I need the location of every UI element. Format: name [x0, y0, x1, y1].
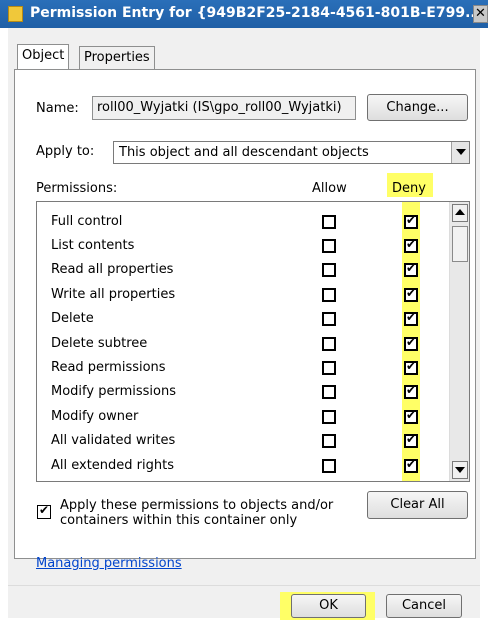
permissions-header: Permissions: — [36, 181, 118, 196]
scroll-up-icon[interactable] — [452, 204, 468, 222]
apply-checkbox[interactable] — [37, 503, 51, 519]
permission-row: Full control — [37, 210, 449, 234]
allow-checkbox[interactable] — [322, 434, 336, 448]
deny-checkbox[interactable] — [404, 359, 418, 375]
allow-checkbox[interactable] — [322, 215, 336, 229]
managing-permissions-link[interactable]: Managing permissions — [36, 556, 182, 571]
permission-label: Modify owner — [51, 409, 139, 424]
name-field: roll00_Wyjatki (IS\gpo_roll00_Wyjatki) — [92, 96, 356, 120]
close-button[interactable]: ✕ — [473, 5, 488, 23]
title-bar: Permission Entry for {949B2F25-2184-4561… — [0, 0, 488, 28]
permission-label: Write all properties — [51, 287, 176, 302]
permission-label: Read all properties — [51, 262, 174, 277]
clear-all-button[interactable]: Clear All — [367, 491, 468, 519]
close-icon: ✕ — [475, 6, 486, 21]
permission-label: Delete subtree — [51, 336, 148, 351]
deny-checkbox[interactable] — [404, 335, 418, 351]
permission-row: All validated writes — [37, 429, 449, 453]
permission-row: All extended rights — [37, 454, 449, 478]
apply-to-label: Apply to: — [36, 144, 95, 159]
apply-checkbox-label: Apply these permissions to objects and/o… — [60, 498, 334, 528]
cancel-button[interactable]: Cancel — [386, 594, 462, 618]
allow-header: Allow — [312, 181, 347, 196]
deny-checkbox[interactable] — [404, 237, 418, 253]
allow-checkbox[interactable] — [322, 361, 336, 375]
allow-checkbox[interactable] — [322, 288, 336, 302]
permission-label: All extended rights — [51, 458, 174, 473]
ok-button[interactable]: OK — [291, 594, 366, 618]
permission-label: List contents — [51, 238, 135, 253]
permission-label: Read permissions — [51, 360, 166, 375]
permission-label: All validated writes — [51, 433, 176, 448]
deny-checkbox[interactable] — [404, 286, 418, 302]
allow-checkbox[interactable] — [322, 459, 336, 473]
tab-object[interactable]: Object — [17, 44, 70, 69]
permission-row: Read all properties — [37, 258, 449, 282]
footer-divider — [8, 585, 480, 586]
permission-row: Delete — [37, 307, 449, 331]
deny-checkbox[interactable] — [404, 310, 418, 326]
scroll-down-icon[interactable] — [452, 461, 468, 479]
deny-header: Deny — [392, 181, 426, 196]
permission-label: Modify permissions — [51, 384, 176, 399]
permission-row: Delete subtree — [37, 332, 449, 356]
permissions-list: Full control List contents Read all prop… — [36, 201, 470, 482]
permission-label: Delete — [51, 311, 94, 326]
allow-checkbox[interactable] — [322, 312, 336, 326]
permission-row: Write all properties — [37, 283, 449, 307]
deny-checkbox[interactable] — [404, 408, 418, 424]
allow-checkbox[interactable] — [322, 410, 336, 424]
permission-row: List contents — [37, 234, 449, 258]
deny-checkbox[interactable] — [404, 457, 418, 473]
scroll-thumb[interactable] — [452, 226, 468, 262]
folder-icon — [8, 6, 23, 22]
name-label: Name: — [36, 101, 79, 116]
permission-row: Modify owner — [37, 405, 449, 429]
deny-checkbox[interactable] — [404, 432, 418, 448]
deny-checkbox[interactable] — [404, 213, 418, 229]
apply-to-select[interactable]: This object and all descendant objects — [113, 141, 470, 164]
apply-to-value: This object and all descendant objects — [119, 145, 369, 160]
permission-row: Modify permissions — [37, 380, 449, 404]
permission-label: Full control — [51, 214, 123, 229]
deny-checkbox[interactable] — [404, 383, 418, 399]
allow-checkbox[interactable] — [322, 239, 336, 253]
allow-checkbox[interactable] — [322, 385, 336, 399]
allow-checkbox[interactable] — [322, 337, 336, 351]
permissions-scrollbar[interactable] — [449, 202, 469, 481]
permission-row: Read permissions — [37, 356, 449, 380]
change-button[interactable]: Change... — [367, 94, 468, 121]
tab-properties[interactable]: Properties — [79, 46, 155, 69]
allow-checkbox[interactable] — [322, 263, 336, 277]
deny-checkbox[interactable] — [404, 261, 418, 277]
window-title: Permission Entry for {949B2F25-2184-4561… — [30, 5, 482, 21]
chevron-down-icon[interactable] — [451, 142, 469, 163]
